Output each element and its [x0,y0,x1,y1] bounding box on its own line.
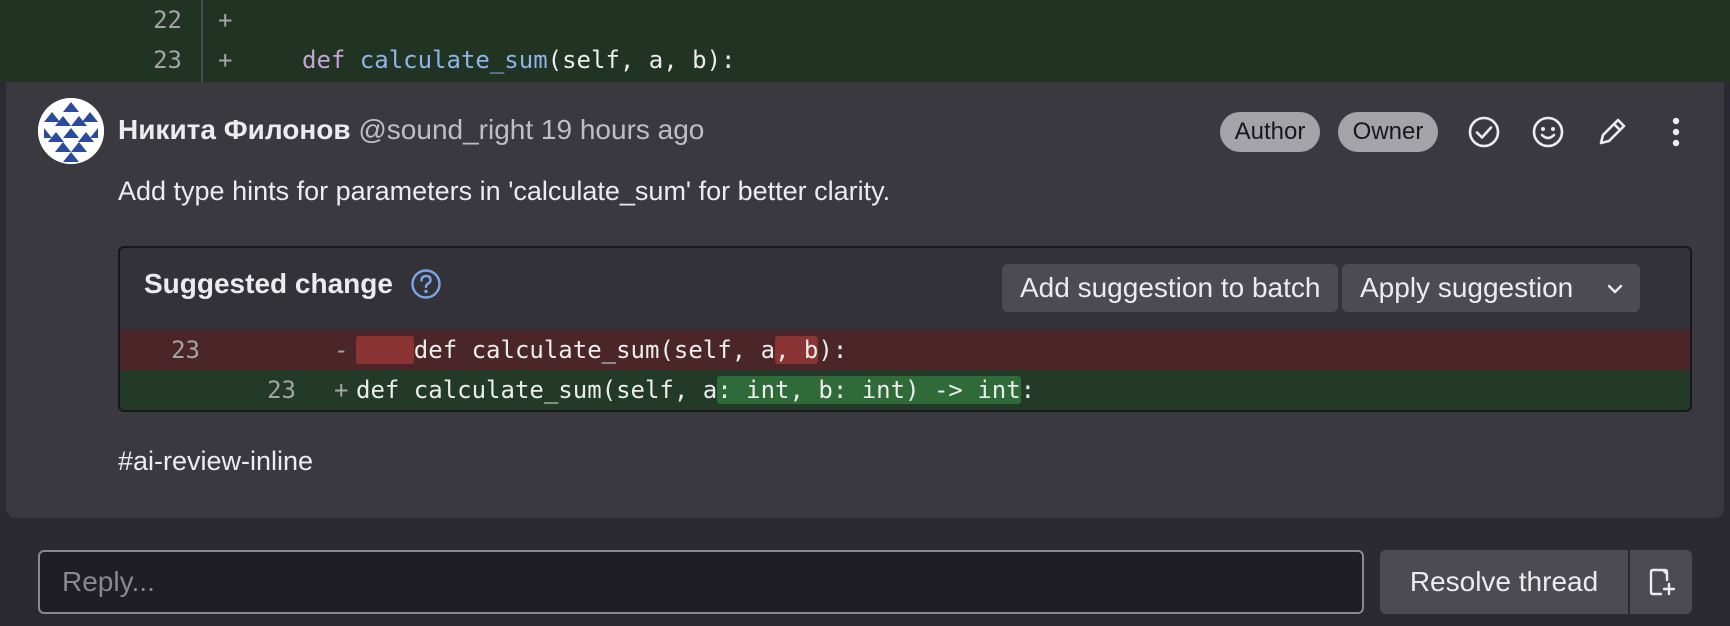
code-part: : [1020,376,1036,404]
diff-code: def calculate_sum(self, a, b): [302,46,735,74]
apply-suggestion-label: Apply suggestion [1360,272,1574,303]
code-part: def calculate_sum(self, a [413,336,776,364]
line-number[interactable]: 22 [0,6,182,34]
diff-sign: + [218,6,233,34]
suggestion-title: Suggested change [144,268,393,299]
suggested-change: Suggested change Add suggestion to batch… [118,246,1692,412]
code-rest: (self, a, b): [547,46,736,74]
diff-line: 22 + [0,0,1730,40]
chevron-down-icon [1607,284,1623,294]
pencil-icon[interactable] [1592,112,1632,152]
reply-input[interactable]: Reply... [38,550,1364,614]
author-handle[interactable]: @sound_right [358,114,533,145]
diff-context: 22 + 23 + def calculate_sum(self, a, b): [0,0,1730,82]
added-highlight: : int, b: int) -> int [717,376,1021,404]
add-suggestion-to-batch-button[interactable]: Add suggestion to batch [1002,264,1339,312]
note-body: Add type hints for parameters in 'calcul… [118,176,891,206]
emoji-icon[interactable] [1528,112,1568,152]
avatar[interactable] [38,98,104,164]
author-name[interactable]: Никита Филонов [118,114,351,145]
author-badge: Author [1220,112,1320,152]
removed-indent-highlight [356,336,414,364]
author-line: Никита Филонов @sound_right 19 hours ago [118,114,704,146]
removed-highlight: , b [775,336,819,364]
diff-line: 23 + def calculate_sum(self, a, b): [0,40,1730,80]
added-code: def calculate_sum(self, a: int, b: int) … [356,374,1035,406]
diff-sign: + [334,376,349,404]
line-number[interactable]: 23 [0,46,182,74]
resolve-thread-button[interactable]: Resolve thread [1380,550,1628,614]
code-part: ): [818,336,848,364]
owner-badge: Owner [1338,112,1438,152]
code-function-name: calculate_sum [359,46,548,74]
suggestion-removed-line: 23 - def calculate_sum(self, a, b): [120,330,1690,370]
apply-suggestion-button[interactable]: Apply suggestion [1342,264,1640,312]
diff-sign: + [218,46,233,74]
old-line-number: 23 [171,336,200,364]
code-keyword: def [302,46,360,74]
removed-code: def calculate_sum(self, a, b): [356,334,847,366]
resolve-check-icon[interactable] [1464,112,1504,152]
note-tag: #ai-review-inline [118,446,314,476]
help-icon[interactable] [410,268,442,305]
suggestion-added-line: 23 + def calculate_sum(self, a: int, b: … [120,370,1690,410]
discussion-note: Никита Филонов @sound_right 19 hours ago… [6,82,1724,518]
more-vertical-icon[interactable] [1656,112,1696,152]
note-timestamp[interactable]: 19 hours ago [541,114,704,145]
diff-sign: - [334,336,349,364]
resolve-issue-icon[interactable] [1630,550,1692,614]
code-part: def calculate_sum(self, a [356,376,718,404]
new-line-number: 23 [267,376,296,404]
